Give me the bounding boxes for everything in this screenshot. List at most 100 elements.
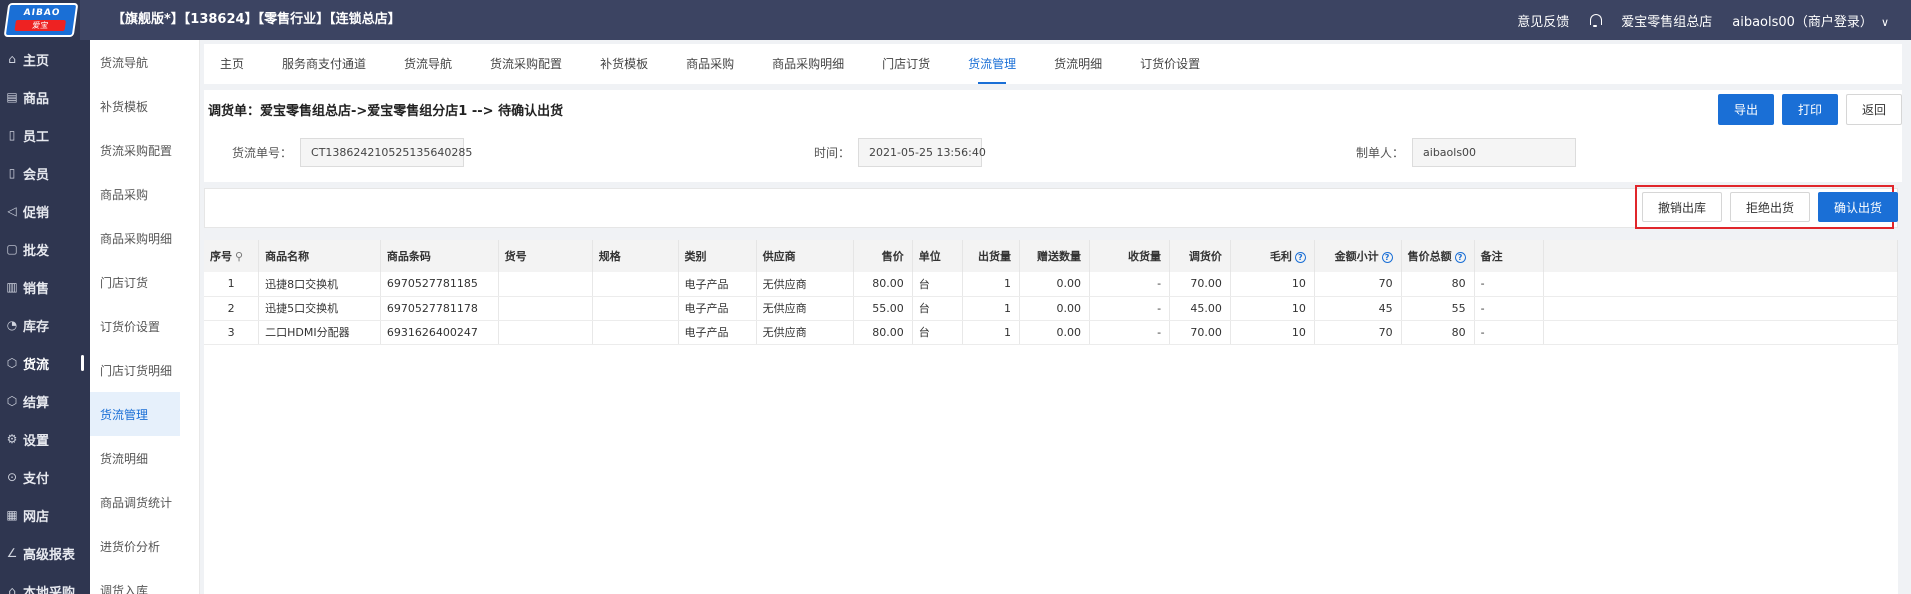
nav-item-10[interactable]: ⚙ 设置 xyxy=(0,420,90,458)
column-header-label: 调货价 xyxy=(1188,250,1222,263)
table-cell: 70.00 xyxy=(1169,272,1231,297)
tab-5[interactable]: 商品采购 xyxy=(686,44,734,84)
tab-1[interactable]: 服务商支付通道 xyxy=(282,44,366,84)
subnav-item-6[interactable]: 订货价设置 xyxy=(90,304,199,348)
table-cell: 3 xyxy=(204,320,260,345)
column-header: 规格 xyxy=(592,240,679,272)
table-cell: - xyxy=(1474,320,1544,345)
action-buttons: 撤销出库 拒绝出货 确认出货 xyxy=(1642,192,1898,222)
column-header: 备注 xyxy=(1474,240,1544,272)
table-cell: 迅捷8口交换机 xyxy=(258,272,381,297)
maker-label: 制单人： xyxy=(1356,146,1405,160)
column-header-label: 售价 xyxy=(881,250,904,263)
table-cell xyxy=(592,296,679,321)
column-header-label: 规格 xyxy=(598,250,621,263)
column-header-label: 供应商 xyxy=(762,250,796,263)
column-header-label: 金额小计 xyxy=(1334,250,1379,263)
nav-item-6[interactable]: ▥ 销售 xyxy=(0,268,90,306)
reject-shipment-button[interactable]: 拒绝出货 xyxy=(1730,192,1810,222)
nav-item-label: 支付 xyxy=(23,471,50,487)
tab-7[interactable]: 门店订货 xyxy=(882,44,930,84)
subnav-item-0[interactable]: 货流导航 xyxy=(90,40,199,84)
order-no-value[interactable]: CT138624210525135640285 xyxy=(300,138,472,167)
table-row[interactable]: 2 迅捷5口交换机 6970527781178 电子产品 无供应商 55.00 台 1 0.00… xyxy=(204,296,1899,321)
table-cell xyxy=(498,296,593,321)
subnav-item-12[interactable]: 调货入库 xyxy=(90,568,199,594)
table-cell: 10 xyxy=(1230,320,1315,345)
help-icon[interactable]: ? xyxy=(1454,251,1466,263)
nav-item-13[interactable]: ∠ 高级报表 xyxy=(0,534,90,572)
tab-0[interactable]: 主页 xyxy=(220,44,244,84)
subnav-item-10[interactable]: 商品调货统计 xyxy=(90,480,199,524)
tab-4[interactable]: 补货模板 xyxy=(600,44,648,84)
time-value[interactable]: 2021-05-25 13:56:40 xyxy=(858,138,986,167)
subnav-item-8[interactable]: 货流管理 xyxy=(90,392,180,436)
feedback-link[interactable]: 意见反馈 xyxy=(1517,11,1569,30)
nav-icon: ⬡ xyxy=(6,356,18,370)
wrench-icon[interactable]: ⚲ xyxy=(235,250,243,263)
tab-8[interactable]: 货流管理 xyxy=(968,44,1016,84)
table-body: 1 迅捷8口交换机 6970527781185 电子产品 无供应商 80.00 台 1 0.00… xyxy=(204,272,1899,345)
nav-item-label: 设置 xyxy=(23,433,50,449)
column-header-label: 类别 xyxy=(684,250,707,263)
store-name[interactable]: 爱宝零售组总店 xyxy=(1621,11,1712,30)
table-row[interactable]: 3 二口HDMI分配器 6931626400247 电子产品 无供应商 80.00 台 1 0.… xyxy=(204,320,1899,345)
table-cell: - xyxy=(1089,320,1171,345)
column-header: 金额小计? xyxy=(1314,240,1402,272)
nav-item-label: 高级报表 xyxy=(23,547,76,563)
column-header-label: 赠送数量 xyxy=(1036,250,1081,263)
tab-10[interactable]: 订货价设置 xyxy=(1140,44,1200,84)
nav-icon: ▯ xyxy=(8,128,16,142)
nav-item-5[interactable]: ▢ 批发 xyxy=(0,230,90,268)
confirm-shipment-button[interactable]: 确认出货 xyxy=(1818,192,1898,222)
table-cell: 0.00 xyxy=(1019,272,1090,297)
nav-item-0[interactable]: ⌂ 主页 xyxy=(0,40,90,78)
subnav-item-9[interactable]: 货流明细 xyxy=(90,436,199,480)
subnav-item-4[interactable]: 商品采购明细 xyxy=(90,216,199,260)
nav-icon: ⬡ xyxy=(6,394,18,408)
nav-item-label: 商品 xyxy=(23,91,50,107)
tab-6[interactable]: 商品采购明细 xyxy=(772,44,844,84)
subnav-item-2[interactable]: 货流采购配置 xyxy=(90,128,199,172)
subnav-item-5[interactable]: 门店订货 xyxy=(90,260,199,304)
tab-2[interactable]: 货流导航 xyxy=(404,44,452,84)
header-buttons: 导出 打印 返回 xyxy=(1718,94,1902,125)
help-icon[interactable]: ? xyxy=(1381,251,1393,263)
maker-value[interactable]: aibaols00 xyxy=(1412,138,1577,167)
revoke-outbound-button[interactable]: 撤销出库 xyxy=(1642,192,1722,222)
help-icon[interactable]: ? xyxy=(1294,251,1306,263)
column-header-label: 售价总额 xyxy=(1407,250,1452,263)
table-cell: 1 xyxy=(962,272,1021,297)
tab-3[interactable]: 货流采购配置 xyxy=(490,44,562,84)
table-row[interactable]: 1 迅捷8口交换机 6970527781185 电子产品 无供应商 80.00 台 1 0.00… xyxy=(204,272,1899,297)
table-cell: 无供应商 xyxy=(756,272,854,297)
tab-9[interactable]: 货流明细 xyxy=(1054,44,1102,84)
nav-icon: ⌂ xyxy=(8,52,16,66)
nav-item-11[interactable]: ⊙ 支付 xyxy=(0,458,90,496)
bell-icon[interactable] xyxy=(1589,13,1603,27)
nav-item-8[interactable]: ⬡ 货流 xyxy=(0,344,90,382)
subnav-item-7[interactable]: 门店订货明细 xyxy=(90,348,199,392)
logo[interactable]: AIBAO 爱宝 xyxy=(0,0,80,40)
subnav-item-11[interactable]: 进货价分析 xyxy=(90,524,199,568)
back-button[interactable]: 返回 xyxy=(1846,94,1902,125)
nav-item-label: 批发 xyxy=(23,243,50,259)
table-cell: 70 xyxy=(1314,320,1402,345)
subnav-item-1[interactable]: 补货模板 xyxy=(90,84,199,128)
nav-icon: ▥ xyxy=(6,280,18,294)
print-button[interactable]: 打印 xyxy=(1782,94,1838,125)
user-menu[interactable]: aibaols00（商户登录） ∨ xyxy=(1732,11,1889,30)
subnav-item-3[interactable]: 商品采购 xyxy=(90,172,199,216)
nav-item-7[interactable]: ◔ 库存 xyxy=(0,306,90,344)
table-cell: 6970527781178 xyxy=(380,296,499,321)
column-header: 类别 xyxy=(678,240,757,272)
nav-item-1[interactable]: ▤ 商品 xyxy=(0,78,90,116)
nav-item-14[interactable]: ⌂ 本地采购 xyxy=(0,572,90,594)
nav-item-label: 本地采购 xyxy=(23,585,76,594)
nav-item-2[interactable]: ▯ 员工 xyxy=(0,116,90,154)
export-button[interactable]: 导出 xyxy=(1718,94,1774,125)
nav-item-4[interactable]: ◁ 促销 xyxy=(0,192,90,230)
nav-item-12[interactable]: ▦ 网店 xyxy=(0,496,90,534)
nav-item-9[interactable]: ⬡ 结算 xyxy=(0,382,90,420)
nav-item-3[interactable]: ▯ 会员 xyxy=(0,154,90,192)
